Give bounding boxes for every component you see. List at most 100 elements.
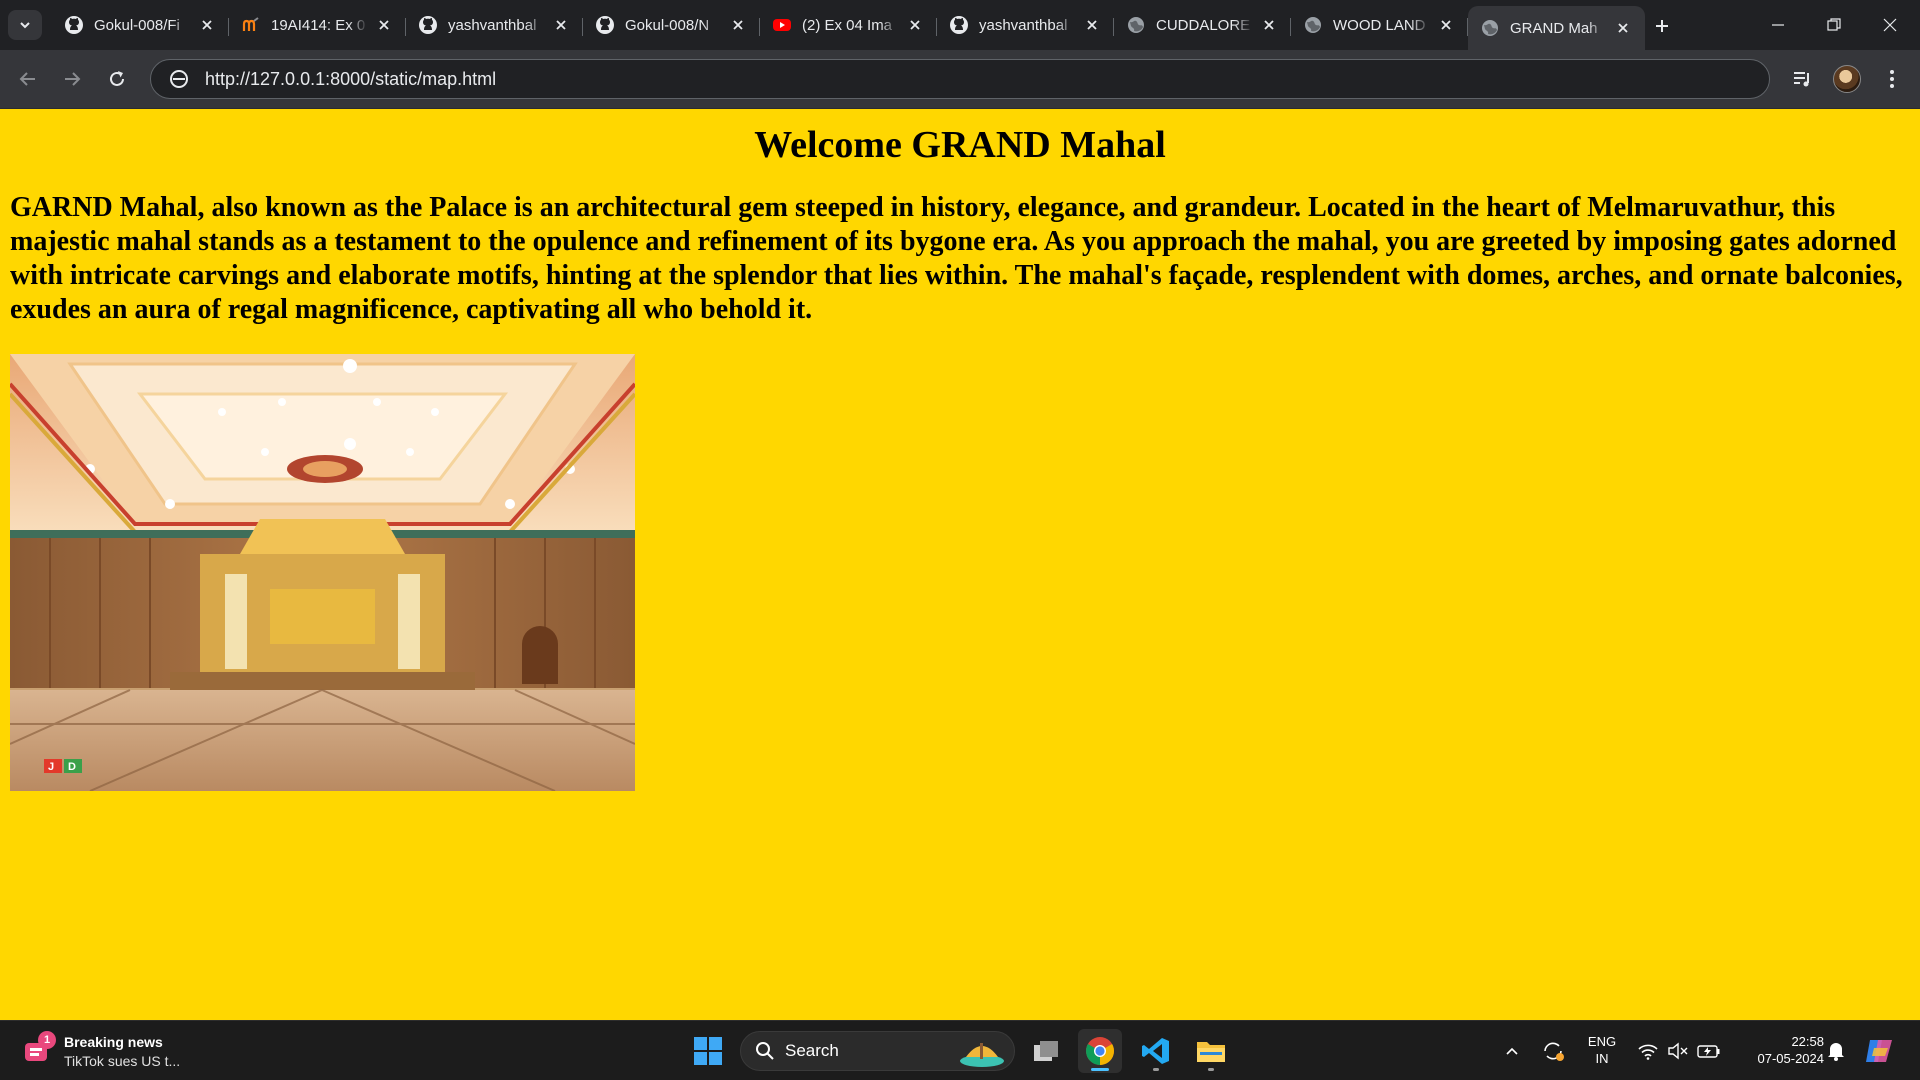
windows-taskbar: 1 Breaking news TikTok sues US t... Sear… [0, 1020, 1920, 1080]
media-controls-icon [1794, 72, 1809, 87]
tab-close-button[interactable] [1259, 15, 1279, 35]
close-icon [202, 20, 212, 30]
chevron-down-icon [20, 22, 30, 29]
chrome-taskbar-app[interactable] [1078, 1029, 1122, 1073]
browser-tab[interactable]: Gokul-008/Fi [52, 6, 229, 44]
task-view-icon [1034, 1041, 1058, 1061]
page-title: Welcome GRAND Mahal [754, 124, 1166, 166]
plus-icon [1656, 20, 1668, 32]
network-button[interactable] [1634, 1036, 1662, 1066]
tab-close-button[interactable] [728, 15, 748, 35]
tab-close-button[interactable] [1613, 18, 1633, 38]
chevron-up-icon [1506, 1047, 1518, 1055]
browser-toolbar: http://127.0.0.1:8000/static/map.html [0, 50, 1920, 109]
clock-date: 07-05-2024 [1757, 1051, 1825, 1066]
news-title: Breaking news [64, 1033, 163, 1050]
page-viewport: Welcome GRAND Mahal GARND Mahal, also kn… [0, 109, 1920, 1020]
tab-title: Gokul-008/Fi [94, 16, 180, 34]
folder-icon [1197, 1042, 1225, 1062]
github-icon [418, 15, 438, 35]
news-badge: 1 [38, 1031, 56, 1049]
tab-close-button[interactable] [374, 15, 394, 35]
windows-logo-icon [694, 1037, 722, 1065]
vscode-icon [1142, 1038, 1169, 1064]
news-headline: TikTok sues US t... [64, 1052, 181, 1069]
news-widget[interactable]: 1 Breaking news TikTok sues US t... [22, 1029, 180, 1073]
profile-button[interactable] [1831, 63, 1863, 95]
url-text: http://127.0.0.1:8000/static/map.html [205, 68, 497, 89]
globe-icon [1480, 18, 1500, 38]
tab-title: yashvanthbal [448, 16, 537, 34]
restore-button[interactable] [1806, 0, 1862, 50]
forward-button[interactable] [56, 63, 88, 95]
moodle-icon [241, 15, 261, 35]
sync-tray-button[interactable] [1538, 1036, 1568, 1066]
tab-title: 19AI414: Ex 0 [271, 16, 366, 34]
region-code: IN [1595, 1051, 1609, 1066]
tab-title: (2) Ex 04 Ima [802, 16, 893, 34]
reload-button[interactable] [101, 63, 133, 95]
browser-tab[interactable]: (2) Ex 04 Ima [760, 6, 937, 44]
reading-list-button[interactable] [1786, 63, 1818, 95]
battery-icon [1697, 1045, 1720, 1058]
new-tab-button[interactable] [1648, 12, 1676, 40]
close-icon [1264, 20, 1274, 30]
browser-tab[interactable]: 19AI414: Ex 0 [229, 6, 406, 44]
volume-button[interactable] [1664, 1036, 1692, 1066]
volume-muted-icon [1668, 1042, 1688, 1060]
browser-tab[interactable]: Gokul-008/N [583, 6, 760, 44]
start-button[interactable] [686, 1029, 730, 1073]
language-indicator[interactable]: ENG IN [1582, 1033, 1622, 1067]
tab-close-button[interactable] [551, 15, 571, 35]
browser-tab[interactable]: yashvanthbal [406, 6, 583, 44]
browser-tab[interactable]: WOOD LAND [1291, 6, 1468, 44]
clock[interactable]: 22:58 07-05-2024 [1728, 1033, 1825, 1067]
close-window-button[interactable] [1862, 0, 1918, 50]
close-icon [556, 20, 566, 30]
tab-close-button[interactable] [1082, 15, 1102, 35]
arrow-left-icon [19, 72, 35, 86]
vscode-taskbar-app[interactable] [1134, 1029, 1178, 1073]
battery-button[interactable] [1694, 1036, 1724, 1066]
back-button[interactable] [12, 63, 44, 95]
avatar [1833, 65, 1861, 93]
close-icon [1087, 20, 1097, 30]
tab-close-button[interactable] [197, 15, 217, 35]
news-widget-icon: 1 [22, 1031, 56, 1067]
github-icon [949, 15, 969, 35]
close-icon [910, 20, 920, 30]
browser-tab[interactable]: yashvanthbal [937, 6, 1114, 44]
copilot-button[interactable] [1862, 1036, 1898, 1066]
browser-tab[interactable]: CUDDALORE [1114, 6, 1291, 44]
notifications-button[interactable] [1824, 1036, 1848, 1066]
github-icon [64, 15, 84, 35]
close-icon [1618, 23, 1628, 33]
youtube-icon [772, 15, 792, 35]
tab-title: WOOD LAND [1333, 16, 1426, 34]
close-icon [1883, 18, 1897, 32]
svg-text:J: J [48, 761, 54, 773]
tab-title: CUDDALORE [1156, 16, 1251, 34]
taskbar-search-box[interactable]: Search [740, 1031, 1015, 1071]
close-icon [1441, 20, 1451, 30]
tab-close-button[interactable] [905, 15, 925, 35]
browser-menu-button[interactable] [1876, 63, 1908, 95]
minimize-icon [1772, 24, 1784, 26]
site-info-button[interactable] [159, 60, 199, 98]
site-info-icon [170, 70, 188, 88]
sync-icon [1544, 1042, 1564, 1061]
browser-tab-strip: Gokul-008/Fi 19AI414: Ex 0 yashvanthbal Gok… [0, 0, 1920, 50]
tab-close-button[interactable] [1436, 15, 1456, 35]
file-explorer-taskbar-app[interactable] [1189, 1029, 1233, 1073]
chrome-icon [1086, 1037, 1114, 1065]
minimize-button[interactable] [1750, 0, 1806, 50]
tab-search-button[interactable] [8, 10, 42, 40]
show-hidden-icons-button[interactable] [1500, 1036, 1524, 1066]
address-bar[interactable]: http://127.0.0.1:8000/static/map.html [150, 59, 1770, 99]
page-description: GARND Mahal, also known as the Palace is… [10, 192, 1903, 325]
task-view-button[interactable] [1024, 1029, 1068, 1073]
search-icon [756, 1042, 774, 1060]
browser-tab[interactable]: GRAND Mah [1468, 6, 1645, 50]
restore-icon [1827, 18, 1841, 31]
reload-icon [110, 71, 124, 86]
